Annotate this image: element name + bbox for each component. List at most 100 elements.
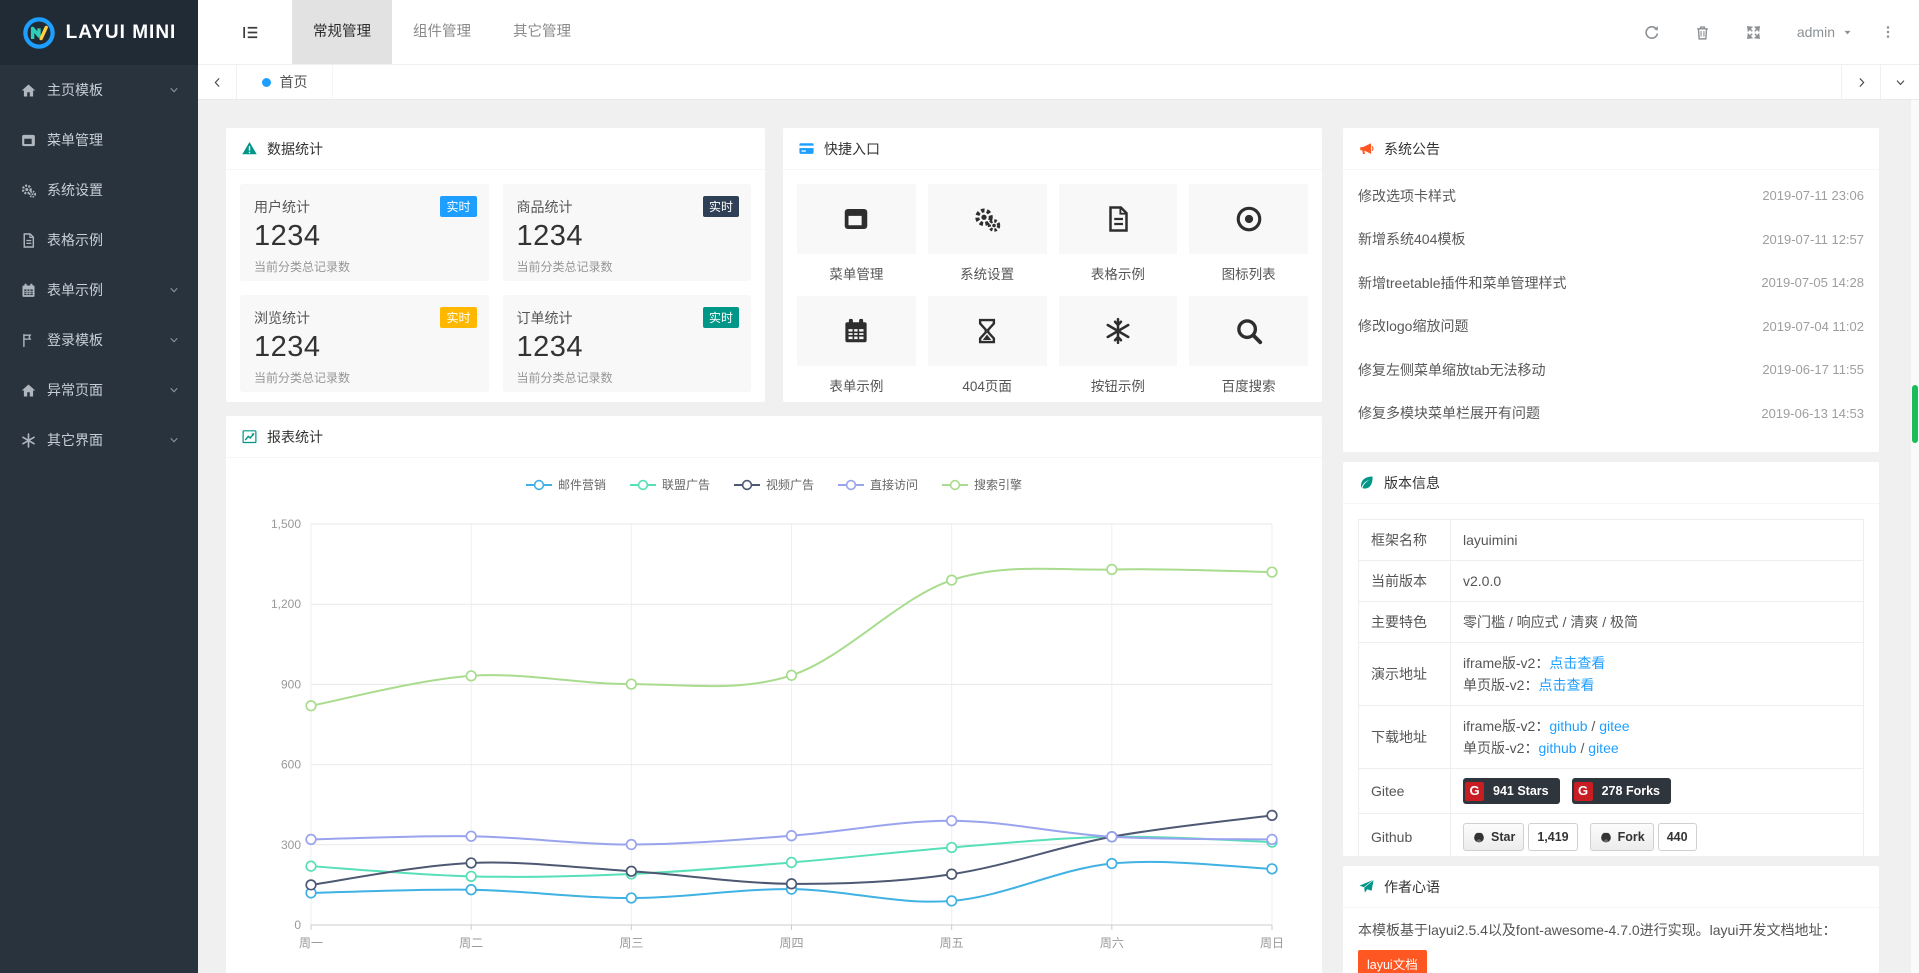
- main-content: 数据统计 用户统计实时1234当前分类总记录数商品统计实时1234当前分类总记录…: [198, 100, 1919, 973]
- sidebar-item-表格示例[interactable]: 表格示例: [0, 215, 198, 265]
- version-row-value: Star1,419 Fork440: [1451, 814, 1864, 861]
- tab-scroll-right-button[interactable]: [1841, 65, 1880, 99]
- svg-text:周一: 周一: [299, 936, 323, 950]
- collapse-sidebar-button[interactable]: [224, 0, 276, 64]
- version-link[interactable]: gitee: [1599, 718, 1629, 734]
- trash-icon: [1694, 24, 1711, 41]
- more-button[interactable]: [1871, 0, 1905, 64]
- version-card: 版本信息 框架名称layuimini当前版本v2.0.0主要特色零门槛 / 响应…: [1343, 462, 1879, 856]
- quick-entry-百度搜索[interactable]: 百度搜索: [1189, 296, 1308, 395]
- stat-box-浏览统计: 浏览统计实时1234当前分类总记录数: [240, 295, 489, 392]
- quick-entry-label: 404页面: [928, 375, 1047, 395]
- sidebar-item-表单示例[interactable]: 表单示例: [0, 265, 198, 315]
- sidebar-item-登录模板[interactable]: 登录模板: [0, 315, 198, 365]
- announcement-row[interactable]: 修复多模块菜单栏展开有问题2019-06-13 14:53: [1358, 392, 1864, 436]
- layui-doc-badge[interactable]: layui文档: [1358, 950, 1427, 973]
- refresh-icon: [1643, 24, 1660, 41]
- navbar-actions: admin: [1626, 0, 1919, 64]
- svg-text:周六: 周六: [1100, 936, 1124, 950]
- sidebar-item-label: 表单示例: [47, 280, 103, 300]
- module-tab-组件管理[interactable]: 组件管理: [392, 0, 492, 64]
- caret-down-icon: [1842, 27, 1853, 38]
- quick-entry-表格示例[interactable]: 表格示例: [1059, 184, 1178, 283]
- github-star-button[interactable]: Star: [1463, 823, 1524, 851]
- stats-grid: 用户统计实时1234当前分类总记录数商品统计实时1234当前分类总记录数浏览统计…: [226, 170, 765, 406]
- sidebar-item-label: 异常页面: [47, 380, 103, 400]
- version-link[interactable]: 点击查看: [1549, 655, 1605, 671]
- stat-value: 1234: [254, 331, 475, 364]
- version-link[interactable]: github: [1538, 740, 1576, 756]
- version-row-下载地址: 下载地址iframe版-v2：github / gitee单页版-v2：gith…: [1359, 706, 1864, 769]
- expand-icon: [1745, 24, 1762, 41]
- gears-icon: [20, 182, 37, 199]
- logo[interactable]: LAYUI MINI: [0, 0, 198, 65]
- legend-item-邮件营销[interactable]: 邮件营销: [526, 476, 606, 493]
- version-row-label: 主要特色: [1359, 602, 1451, 643]
- page-scrollbar-thumb[interactable]: [1912, 385, 1918, 443]
- announcement-row[interactable]: 修改选项卡样式2019-07-11 23:06: [1358, 174, 1864, 218]
- version-link[interactable]: github: [1549, 718, 1587, 734]
- svg-text:周三: 周三: [619, 936, 643, 950]
- quick-entry-表单示例[interactable]: 表单示例: [797, 296, 916, 395]
- quick-entry-图标列表[interactable]: 图标列表: [1189, 184, 1308, 283]
- github-fork-count[interactable]: 440: [1658, 823, 1697, 851]
- quick-entry-label: 百度搜索: [1189, 375, 1308, 395]
- announcement-row[interactable]: 修改logo缩放问题2019-07-04 11:02: [1358, 305, 1864, 349]
- gitee-badge[interactable]: G941 Stars: [1463, 778, 1560, 804]
- legend-item-直接访问[interactable]: 直接访问: [838, 476, 918, 493]
- stat-value: 1234: [517, 220, 738, 253]
- announcements-card: 系统公告 修改选项卡样式2019-07-11 23:06新增系统404模板201…: [1343, 128, 1879, 452]
- version-row-当前版本: 当前版本v2.0.0: [1359, 561, 1864, 602]
- navbar-action-icons: [1626, 0, 1779, 64]
- version-row-label: 演示地址: [1359, 643, 1451, 706]
- tab-home[interactable]: 首页: [237, 65, 333, 99]
- stat-caption: 当前分类总记录数: [254, 369, 475, 386]
- file-icon: [20, 232, 37, 249]
- chart-line-icon: [241, 428, 258, 445]
- module-tab-常规管理[interactable]: 常规管理: [292, 0, 392, 64]
- announcement-title: 修改选项卡样式: [1358, 186, 1456, 206]
- tab-scroll-left-button[interactable]: [198, 65, 237, 99]
- trash-button[interactable]: [1677, 0, 1728, 64]
- version-row-value: layuimini: [1451, 520, 1864, 561]
- version-row-value: v2.0.0: [1451, 561, 1864, 602]
- user-menu[interactable]: admin: [1779, 0, 1871, 64]
- sidebar-item-系统设置[interactable]: 系统设置: [0, 165, 198, 215]
- github-fork-button[interactable]: Fork: [1590, 823, 1654, 851]
- version-link[interactable]: 点击查看: [1538, 677, 1594, 693]
- announcement-row[interactable]: 新增treetable插件和菜单管理样式2019-07-05 14:28: [1358, 261, 1864, 305]
- refresh-button[interactable]: [1626, 0, 1677, 64]
- github-star-count[interactable]: 1,419: [1528, 823, 1577, 851]
- stats-card: 数据统计 用户统计实时1234当前分类总记录数商品统计实时1234当前分类总记录…: [226, 128, 765, 402]
- announcement-row[interactable]: 修复左侧菜单缩放tab无法移动2019-06-17 11:55: [1358, 348, 1864, 392]
- quick-entry-404页面[interactable]: 404页面: [928, 296, 1047, 395]
- quick-entry-菜单管理[interactable]: 菜单管理: [797, 184, 916, 283]
- announcement-date: 2019-07-11 12:57: [1762, 232, 1864, 247]
- report-card-title: 报表统计: [267, 427, 323, 447]
- sidebar-item-主页模板[interactable]: 主页模板: [0, 65, 198, 115]
- version-row-value: 零门槛 / 响应式 / 清爽 / 极简: [1451, 602, 1864, 643]
- version-link[interactable]: gitee: [1588, 740, 1618, 756]
- legend-label: 邮件营销: [558, 476, 606, 493]
- announcement-row[interactable]: 新增系统404模板2019-07-11 12:57: [1358, 218, 1864, 262]
- sidebar-item-label: 菜单管理: [47, 130, 103, 150]
- module-tab-其它管理[interactable]: 其它管理: [492, 0, 592, 64]
- quick-entry-按钮示例[interactable]: 按钮示例: [1059, 296, 1178, 395]
- sidebar-item-异常页面[interactable]: 异常页面: [0, 365, 198, 415]
- search-icon: [1234, 316, 1264, 346]
- sidebar-item-其它界面[interactable]: 其它界面: [0, 415, 198, 465]
- octocat-icon: [1472, 830, 1486, 844]
- gitee-badge[interactable]: G278 Forks: [1572, 778, 1671, 804]
- octocat-icon: [1599, 830, 1613, 844]
- legend-item-联盟广告[interactable]: 联盟广告: [630, 476, 710, 493]
- expand-button[interactable]: [1728, 0, 1779, 64]
- sidebar-item-菜单管理[interactable]: 菜单管理: [0, 115, 198, 165]
- hourglass-icon: [972, 316, 1002, 346]
- announcement-title: 修改logo缩放问题: [1358, 316, 1468, 336]
- quick-entry-系统设置[interactable]: 系统设置: [928, 184, 1047, 283]
- tab-operations-button[interactable]: [1880, 65, 1919, 99]
- tabbar-spacer: [333, 65, 1841, 99]
- legend-item-视频广告[interactable]: 视频广告: [734, 476, 814, 493]
- stat-badge: 实时: [703, 307, 739, 328]
- legend-item-搜索引擎[interactable]: 搜索引擎: [942, 476, 1022, 493]
